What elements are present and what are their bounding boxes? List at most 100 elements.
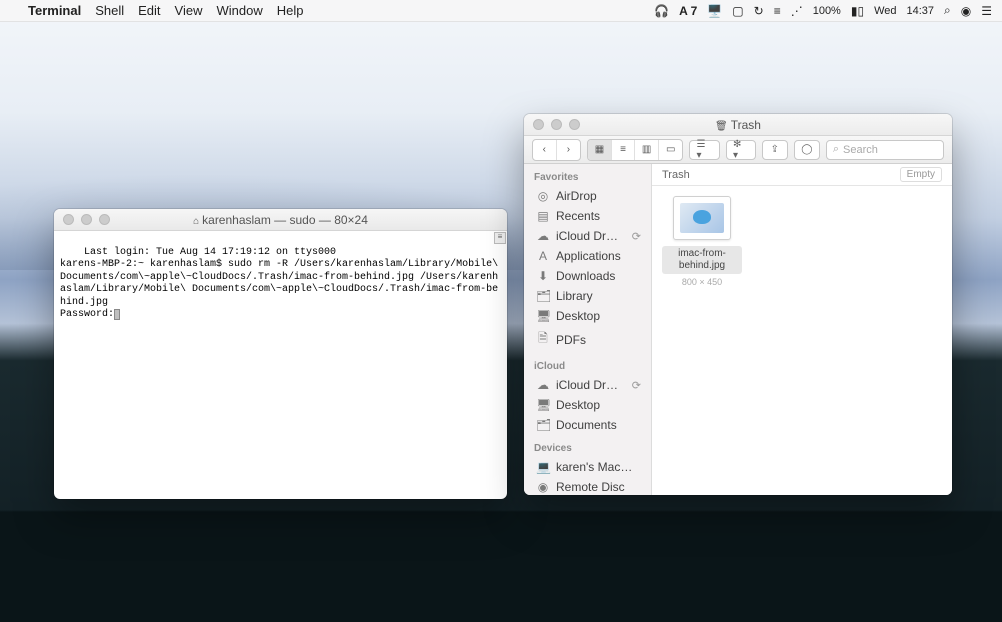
timemachine-icon[interactable]: ↻ (754, 4, 764, 18)
sidebar-item-icon: ◎ (536, 189, 550, 203)
file-thumbnail[interactable] (673, 196, 731, 240)
sidebar-item[interactable]: ⬇ Downloads (524, 266, 651, 286)
sidebar-item-icon: 🗎 (536, 329, 550, 350)
terminal-body[interactable]: ≡Last login: Tue Aug 14 17:19:12 on ttys… (54, 231, 507, 499)
zoom-button[interactable] (99, 214, 110, 225)
finder-titlebar[interactable]: 🗑Trash (524, 114, 952, 136)
sidebar-item[interactable]: 🖥Desktop (524, 306, 651, 326)
sidebar-item-icon: 🖥 (536, 398, 550, 412)
tags-button[interactable]: ◯ (794, 140, 820, 160)
sidebar-header: Devices (524, 435, 651, 457)
file-dimensions: 800 × 450 (662, 277, 742, 287)
action-menu-button[interactable]: ✻ ▾ (726, 140, 756, 160)
clock-day[interactable]: Wed (874, 5, 896, 17)
headphones-icon[interactable]: 🎧 (654, 4, 669, 18)
app-menu[interactable]: Terminal (28, 3, 81, 18)
sidebar-item-label: AirDrop (556, 189, 597, 203)
terminal-window[interactable]: ⌂karenhaslam — sudo — 80×24 ≡Last login:… (54, 209, 507, 499)
menu-view[interactable]: View (175, 3, 203, 18)
airplay-icon[interactable]: ▢ (732, 4, 743, 18)
sidebar-item-label: Documents (556, 418, 617, 432)
search-icon: ⌕ (833, 143, 839, 156)
menu-edit[interactable]: Edit (138, 3, 160, 18)
close-button[interactable] (533, 119, 544, 130)
sidebar-item[interactable]: 🗂 Documents (524, 415, 651, 435)
search-placeholder: Search (843, 144, 878, 156)
menubar: Terminal Shell Edit View Window Help 🎧 A… (0, 0, 1002, 22)
sidebar-item[interactable]: ☁iCloud Dr…⟳ (524, 375, 651, 395)
minimize-button[interactable] (551, 119, 562, 130)
sidebar-item-label: Remote Disc (556, 480, 625, 494)
spotlight-icon[interactable]: ⌕ (944, 3, 951, 18)
finder-window[interactable]: 🗑Trash ‹ › ▦ ≡ ▥ ▭ ☰ ▾ ✻ ▾ ⇪ ◯ ⌕ Search … (524, 114, 952, 495)
sidebar-item-icon: ⬇ (536, 269, 550, 283)
menu-help[interactable]: Help (277, 3, 304, 18)
sidebar-item-label: karen's Mac… (556, 460, 632, 474)
back-button[interactable]: ‹ (533, 140, 557, 160)
sync-badge-icon: ⟳ (632, 379, 641, 392)
sidebar-item[interactable]: 🖥 Desktop (524, 395, 651, 415)
sidebar-item[interactable]: 🗎 PDFs (524, 326, 651, 353)
sidebar-item-icon: 💻 (536, 460, 550, 474)
siri-icon[interactable]: ◉ (961, 4, 971, 18)
sidebar-item[interactable]: 🗂Library (524, 286, 651, 306)
wifi-icon[interactable]: ⋰ (791, 4, 803, 18)
zoom-button[interactable] (569, 119, 580, 130)
icon-area[interactable]: imac-from-behind.jpg 800 × 450 (652, 186, 952, 495)
sidebar-item[interactable]: A Applications (524, 246, 651, 266)
sidebar-item-label: PDFs (556, 333, 586, 347)
sidebar-item[interactable]: 💻 karen's Mac… (524, 457, 651, 477)
menu-window[interactable]: Window (217, 3, 263, 18)
column-view-button[interactable]: ▥ (635, 140, 659, 160)
sidebar-item-icon: A (536, 249, 550, 263)
finder-content: Trash Empty imac-from-behind.jpg 800 × 4… (652, 164, 952, 495)
finder-sidebar: Favorites◎AirDrop▤Recents☁iCloud Dr…⟳AAp… (524, 164, 652, 495)
screencast-icon[interactable]: 🖥️ (707, 4, 722, 18)
menu-extra-icon[interactable]: ≡ (774, 4, 781, 18)
menu-shell[interactable]: Shell (95, 3, 124, 18)
minimize-button[interactable] (81, 214, 92, 225)
sidebar-item-label: Recents (556, 209, 600, 223)
sidebar-item-label: Downloads (556, 269, 615, 283)
clock-time[interactable]: 14:37 (906, 5, 934, 17)
gallery-view-button[interactable]: ▭ (659, 140, 683, 160)
path-location: Trash (662, 169, 690, 181)
file-name[interactable]: imac-from-behind.jpg (662, 246, 742, 274)
scroll-indicator[interactable]: ≡ (494, 232, 506, 244)
sidebar-item[interactable]: ▤ Recents (524, 206, 651, 226)
terminal-line: karens-MBP-2:~ karenhaslam$ sudo rm -R /… (60, 259, 504, 308)
sync-badge-icon: ⟳ (632, 230, 641, 243)
list-view-button[interactable]: ≡ (612, 140, 636, 160)
battery-percent[interactable]: 100% (813, 5, 841, 17)
sidebar-item[interactable]: ◉ Remote Disc (524, 477, 651, 495)
sidebar-item-icon: ▤ (536, 209, 550, 223)
battery-icon[interactable]: ▮▯ (851, 4, 864, 18)
sidebar-item-icon: 🗂 (536, 289, 550, 303)
nav-buttons: ‹ › (532, 139, 581, 161)
home-folder-icon: ⌂ (193, 216, 199, 227)
finder-toolbar: ‹ › ▦ ≡ ▥ ▭ ☰ ▾ ✻ ▾ ⇪ ◯ ⌕ Search (524, 136, 952, 164)
icon-view-button[interactable]: ▦ (588, 140, 612, 160)
close-button[interactable] (63, 214, 74, 225)
sidebar-item-icon: ☁ (536, 378, 550, 392)
sidebar-item-icon: ☁ (536, 229, 550, 243)
sidebar-header: Favorites (524, 164, 651, 186)
share-button[interactable]: ⇪ (762, 140, 788, 160)
search-field[interactable]: ⌕ Search (826, 140, 944, 160)
sidebar-item[interactable]: ◎ AirDrop (524, 186, 651, 206)
file-item[interactable]: imac-from-behind.jpg 800 × 450 (662, 196, 742, 287)
terminal-titlebar[interactable]: ⌂karenhaslam — sudo — 80×24 (54, 209, 507, 231)
sidebar-item[interactable]: ☁ iCloud Dr… ⟳ (524, 226, 651, 246)
empty-trash-button[interactable]: Empty (900, 167, 942, 182)
trash-icon: 🗑 (715, 121, 728, 132)
sidebar-item-icon: ◉ (536, 480, 550, 494)
sidebar-item-label: iCloud Dr… (556, 229, 618, 243)
sidebar-item-label: Desktop (556, 398, 600, 412)
view-switcher: ▦ ≡ ▥ ▭ (587, 139, 683, 161)
sidebar-item-label: Applications (556, 249, 621, 263)
notification-center-icon[interactable]: ☰ (981, 4, 992, 18)
sidebar-item-icon: 🗂 (536, 418, 550, 432)
adobe-menu-icon[interactable]: A 7 (679, 4, 697, 18)
group-by-button[interactable]: ☰ ▾ (689, 140, 719, 160)
forward-button[interactable]: › (557, 140, 581, 160)
